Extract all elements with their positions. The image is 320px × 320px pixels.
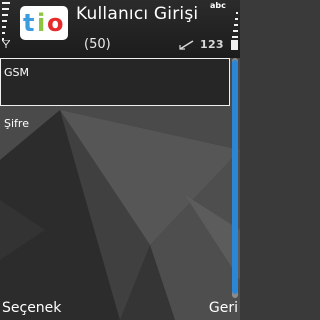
back-softkey[interactable]: Geri [209, 300, 238, 316]
options-softkey[interactable]: Seçenek [2, 300, 61, 316]
gsm-field[interactable] [0, 58, 230, 106]
app-logo-icon: t i o [20, 6, 68, 40]
app-logo-o: o [47, 9, 64, 37]
keyboard-mode-icon: abc [210, 1, 226, 10]
app-logo-t: t [23, 9, 35, 37]
title-pane: t i o Kullanıcı Girişi (50) 123 abc [0, 0, 240, 58]
pen-input-icon [179, 39, 194, 50]
antenna-icon [2, 40, 10, 48]
password-label: Şifre [4, 117, 29, 130]
page-title: Kullanıcı Girişi [76, 4, 199, 24]
scrollbar-thumb[interactable] [232, 60, 238, 294]
battery-icon [231, 40, 238, 50]
input-mode-text: 123 [200, 38, 224, 51]
gsm-label: GSM [4, 66, 29, 79]
app-logo-i: i [37, 9, 46, 37]
item-count: (50) [84, 37, 111, 52]
input-mode-indicator: 123 [178, 38, 224, 51]
